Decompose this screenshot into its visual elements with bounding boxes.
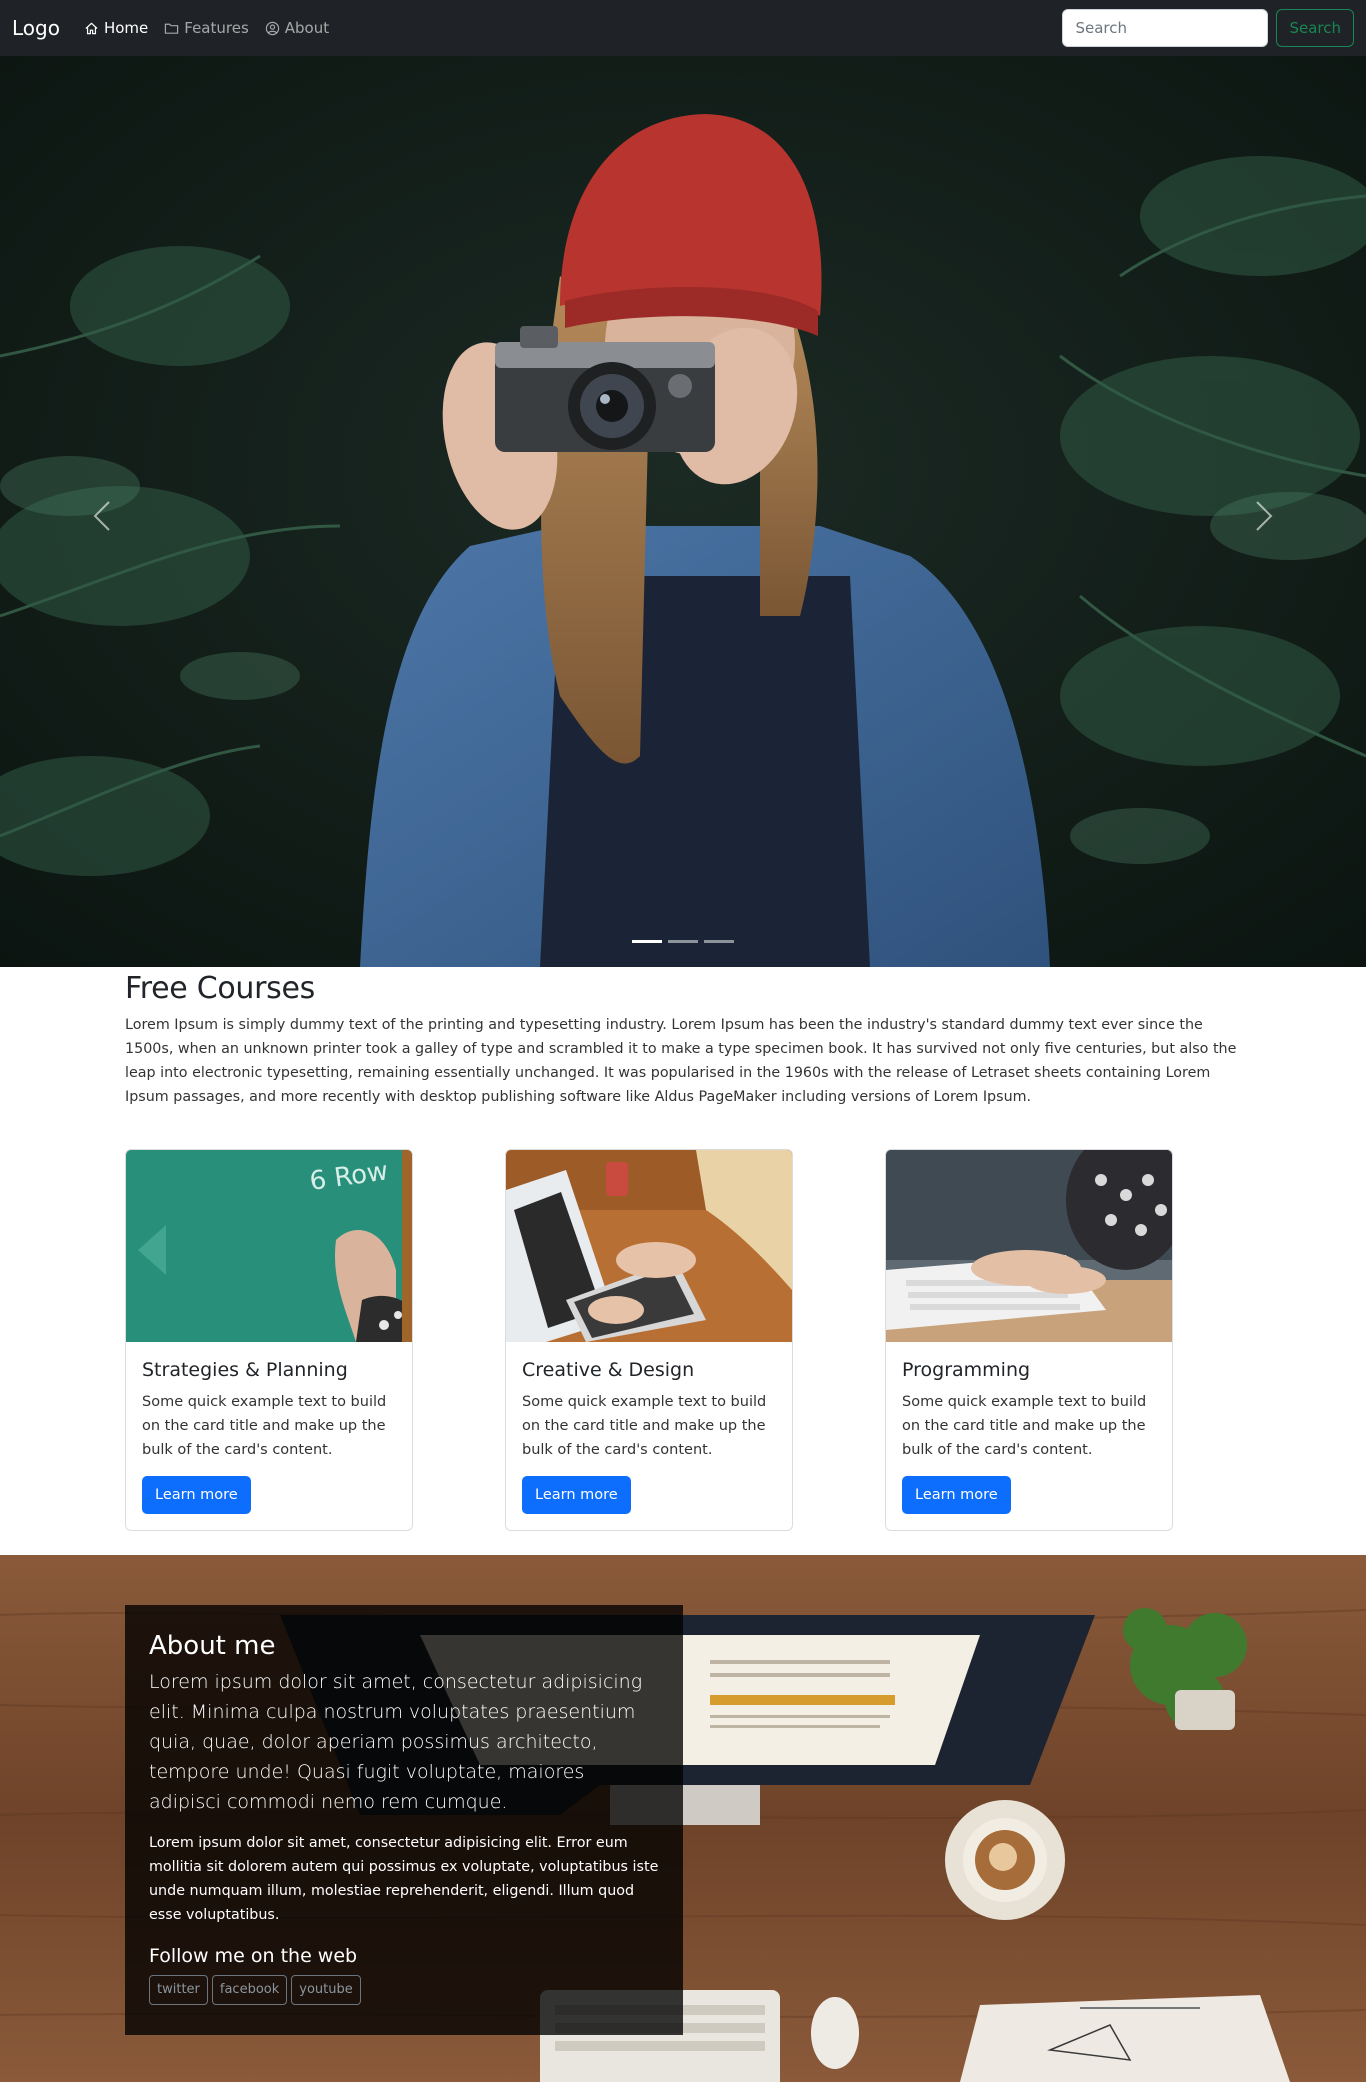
carousel-indicator-3[interactable] (704, 940, 734, 943)
folder-icon (165, 23, 179, 34)
search-input[interactable] (1062, 9, 1269, 47)
courses-title: Free Courses (125, 971, 315, 1006)
twitter-link[interactable]: twitter (149, 1975, 208, 2005)
carousel-indicator-1[interactable] (632, 940, 662, 943)
nav-home[interactable]: Home (84, 19, 148, 37)
nav-features-label: Features (184, 19, 249, 37)
about-box: About me Lorem ipsum dolor sit amet, con… (125, 1605, 683, 2035)
carousel-next-button[interactable] (1244, 486, 1284, 546)
search-button[interactable]: Search (1276, 9, 1354, 47)
course-card: Creative & Design Some quick example tex… (505, 1149, 793, 1531)
carousel-indicator-2[interactable] (668, 940, 698, 943)
about-lead: Lorem ipsum dolor sit amet, consectetur … (149, 1671, 643, 1813)
youtube-link[interactable]: youtube (291, 1975, 361, 2005)
chevron-left-icon (93, 501, 110, 531)
nav-about[interactable]: About (265, 19, 329, 37)
carousel-prev-button[interactable] (82, 486, 122, 546)
learn-more-button[interactable]: Learn more (902, 1476, 1011, 1514)
follow-title: Follow me on the web (149, 1945, 358, 1967)
carousel-indicators (0, 940, 1366, 943)
facebook-link[interactable]: facebook (211, 1975, 288, 2005)
card-image-laptop (506, 1150, 792, 1342)
social-links: twitter facebook youtube (149, 1975, 659, 2005)
courses-section: Free Courses Lorem Ipsum is simply dummy… (125, 967, 1241, 1531)
learn-more-button[interactable]: Learn more (142, 1476, 251, 1514)
chevron-right-icon (1256, 501, 1273, 531)
learn-more-button[interactable]: Learn more (522, 1476, 631, 1514)
card-text: Some quick example text to build on the … (142, 1394, 387, 1458)
hero-slide-image (0, 56, 1366, 967)
course-card: 6 Row Strategies & Planning Some quick e… (125, 1149, 413, 1531)
hero-carousel (0, 56, 1366, 967)
card-image-keyboard (886, 1150, 1172, 1342)
user-circle-icon (265, 21, 279, 35)
nav-features[interactable]: Features (164, 19, 249, 37)
card-title: Creative & Design (522, 1359, 695, 1381)
about-section: About me Lorem ipsum dolor sit amet, con… (0, 1555, 1366, 2082)
home-icon (85, 22, 98, 34)
courses-description: Lorem Ipsum is simply dummy text of the … (125, 1017, 1237, 1105)
card-image-chalkboard: 6 Row (126, 1150, 412, 1342)
search-form: Search (1062, 9, 1354, 47)
card-title: Programming (902, 1359, 1031, 1381)
about-title: About me (149, 1631, 276, 1661)
brand-logo[interactable]: Logo (12, 16, 60, 40)
navbar: Logo Home Features About Search (0, 0, 1366, 56)
card-title: Strategies & Planning (142, 1359, 348, 1381)
course-card: Programming Some quick example text to b… (885, 1149, 1173, 1531)
card-text: Some quick example text to build on the … (902, 1394, 1147, 1458)
nav-about-label: About (284, 19, 330, 37)
card-text: Some quick example text to build on the … (522, 1394, 767, 1458)
nav-home-label: Home (103, 19, 149, 37)
about-text: Lorem ipsum dolor sit amet, consectetur … (149, 1835, 659, 1923)
